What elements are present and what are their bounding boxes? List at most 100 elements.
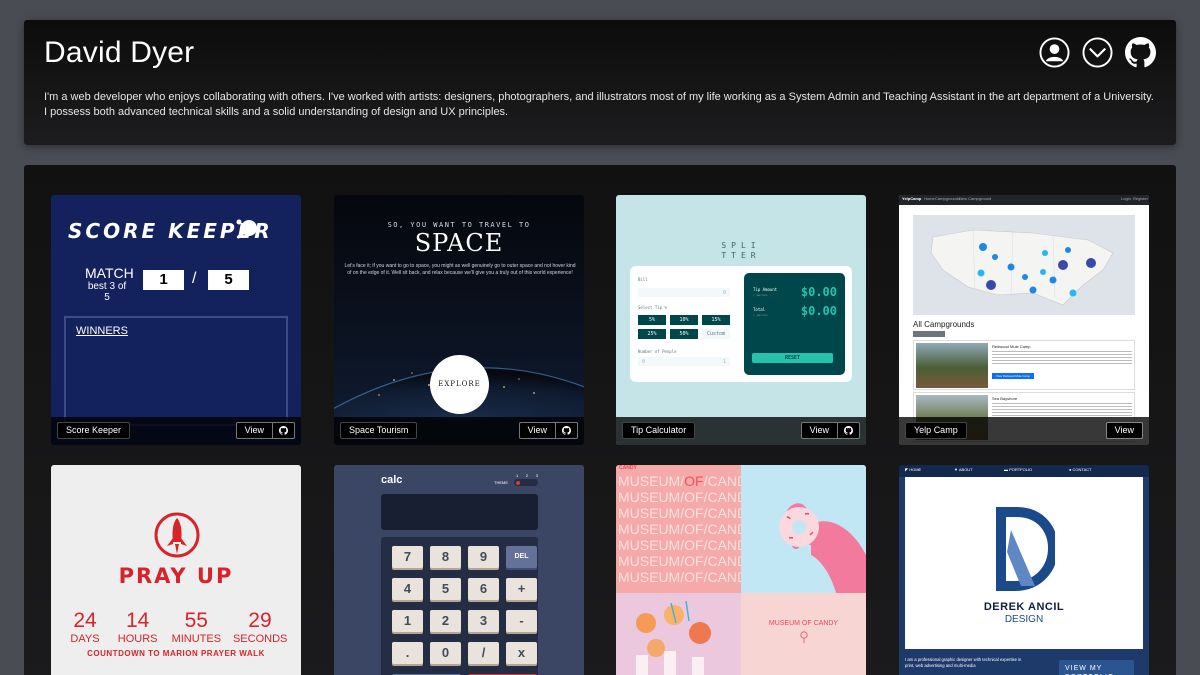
derek-nav-home[interactable]: ◤ HOME — [905, 467, 921, 472]
user-icon[interactable] — [1039, 37, 1070, 68]
per-person-label: / person — [753, 293, 768, 297]
donut-stand-image — [636, 600, 711, 675]
candy-repeat-text: MUSEUM/OF/CANDY MUSEUM/OF/CANDY MUSEUM/O… — [618, 473, 741, 585]
candy-word: OF — [684, 505, 704, 521]
calc-key[interactable]: - — [506, 610, 537, 632]
candy-logo-text: MUSEUM OF CANDY — [768, 620, 839, 627]
tip-option[interactable]: 10% — [670, 315, 698, 325]
project-card-yelp-camp[interactable]: YelpCamp Home Campgrounds New Campground… — [899, 195, 1149, 445]
people-input[interactable]: 01 — [638, 357, 730, 366]
yelp-nav-home[interactable]: Home — [924, 196, 935, 201]
candy-word: MUSEUM — [618, 553, 681, 569]
tip-custom-input[interactable]: Custom — [702, 329, 730, 339]
winners-label: WINNERS — [76, 325, 128, 337]
yelp-register[interactable]: Register — [1133, 196, 1148, 201]
countdown: 24 DAYS 14 HOURS 55 MINUTES 29 SECONDS — [65, 609, 287, 645]
campground-desc — [992, 351, 1132, 365]
tip-option[interactable]: 25% — [638, 329, 666, 339]
splitter-logo-line1: SPLI — [721, 241, 761, 250]
calc-key[interactable]: x — [506, 642, 537, 664]
yelp-add-button[interactable] — [913, 331, 945, 337]
github-icon[interactable] — [1125, 37, 1156, 68]
campground-photo — [916, 343, 988, 388]
calc-key[interactable]: 1 — [392, 610, 423, 632]
candy-repeat-line: MUSEUM/OF/CANDY — [618, 489, 741, 505]
calc-key[interactable]: 9 — [468, 546, 499, 568]
card-label: Tip Calculator — [622, 422, 696, 439]
yelp-nav-campgrounds[interactable]: Campgrounds — [935, 196, 960, 201]
calc-key[interactable]: 6 — [468, 578, 499, 600]
project-card-score-keeper[interactable]: SCORE KEEPER MATCH best 3 of 5 1 / 5 WIN… — [51, 195, 301, 445]
calc-key[interactable]: . — [392, 642, 423, 664]
view-button[interactable]: View — [1107, 423, 1142, 438]
view-button[interactable]: View — [237, 423, 272, 438]
view-portfolio-button[interactable]: VIEW MY PORTFOLIO — [1059, 660, 1134, 675]
calc-key[interactable]: 8 — [430, 546, 461, 568]
score-separator: / — [192, 270, 197, 287]
derek-nav-about[interactable]: ▼ ABOUT — [954, 467, 973, 472]
pray-title: PRAY UP — [118, 564, 234, 588]
tip-option[interactable]: 5% — [638, 315, 666, 325]
calc-key[interactable]: / — [468, 642, 499, 664]
candy-word: CANDY — [707, 505, 741, 521]
project-card-derek-ancil[interactable]: ◤ HOME ▼ ABOUT ▬ PORTFOLIO ● CONTACT DER… — [899, 465, 1149, 675]
campground-desc — [992, 403, 1132, 417]
candy-word: CANDY — [707, 521, 741, 537]
theme-toggle[interactable] — [514, 479, 538, 486]
email-icon[interactable] — [1082, 37, 1113, 68]
games-to-win: 5 — [208, 270, 249, 290]
yelp-nav-new[interactable]: New Campground — [959, 196, 991, 201]
match-best: best 3 of 5 — [87, 281, 127, 303]
header-icons — [1039, 37, 1156, 68]
project-card-museum-of-candy[interactable]: CANDY MUSEUM/OF/CANDY MUSEUM/OF/CANDY MU… — [616, 465, 866, 675]
tip-option[interactable]: 50% — [670, 329, 698, 339]
github-icon[interactable] — [272, 423, 294, 438]
github-icon[interactable] — [837, 423, 859, 438]
view-button[interactable]: View — [520, 423, 555, 438]
candy-word: MUSEUM — [618, 569, 681, 585]
bill-label: Bill — [638, 277, 648, 282]
calc-key[interactable]: + — [506, 578, 537, 600]
reset-button[interactable]: RESET — [752, 353, 833, 363]
project-card-calc[interactable]: calc THEME 123 7 8 9 DEL 4 5 6 + 1 2 3 -… — [334, 465, 584, 675]
theme-toggle-knob — [515, 480, 520, 485]
donut-glove-image — [779, 503, 866, 593]
explore-button[interactable]: EXPLORE — [430, 355, 489, 414]
bill-input[interactable]: 0 — [638, 288, 730, 297]
derek-nav-portfolio[interactable]: ▬ PORTFOLIO — [1004, 467, 1032, 472]
tip-option[interactable]: 15% — [702, 315, 730, 325]
projects-panel: SCORE KEEPER MATCH best 3 of 5 1 / 5 WIN… — [24, 165, 1176, 675]
calc-key[interactable]: 4 — [392, 578, 423, 600]
candy-repeat-line: MUSEUM/OF/CANDY — [618, 505, 741, 521]
calc-title: calc — [381, 474, 403, 486]
view-button[interactable]: View — [802, 423, 837, 438]
calc-key[interactable]: 7 — [392, 546, 423, 568]
rocket-icon — [154, 512, 200, 558]
derek-nav-label: PORTFOLIO — [1009, 467, 1033, 472]
match-label-group: MATCH best 3 of 5 — [85, 265, 134, 303]
project-card-tip-calculator[interactable]: SPLI TTER Bill 0 Select Tip % 5% 10% 15% … — [616, 195, 866, 445]
candy-word: CANDY — [707, 489, 741, 505]
pray-caption: COUNTDOWN TO MARION PRAYER WALK — [87, 649, 265, 658]
project-card-space-tourism[interactable]: SO, YOU WANT TO TRAVEL TO SPACE Let's fa… — [334, 195, 584, 445]
candy-tag: CANDY — [619, 465, 637, 471]
theme-num: 2 — [525, 473, 529, 478]
candy-word: CANDY — [707, 537, 741, 553]
calc-key-delete[interactable]: DEL — [506, 546, 537, 568]
people-label: Number of People — [638, 349, 677, 354]
countdown-value: 14 — [125, 609, 150, 632]
github-icon[interactable] — [555, 423, 577, 438]
calc-key[interactable]: 5 — [430, 578, 461, 600]
card-actions: View — [235, 422, 295, 439]
calc-key[interactable]: 3 — [468, 610, 499, 632]
derek-nav-contact[interactable]: ● CONTACT — [1069, 467, 1092, 472]
calc-key[interactable]: 2 — [430, 610, 461, 632]
project-card-pray-up[interactable]: PRAY UP 24 DAYS 14 HOURS 55 MINUTES 29 SECON… — [51, 465, 301, 675]
profile-name: David Dyer — [44, 36, 195, 69]
calc-key[interactable]: 0 — [430, 642, 461, 664]
theme-num: 1 — [516, 473, 519, 478]
card-actions: View — [800, 422, 860, 439]
view-campground-button[interactable]: View Redwood Mule Camp — [992, 373, 1034, 379]
yelp-login[interactable]: Login — [1121, 196, 1131, 201]
countdown-unit: HOURS — [117, 633, 158, 645]
